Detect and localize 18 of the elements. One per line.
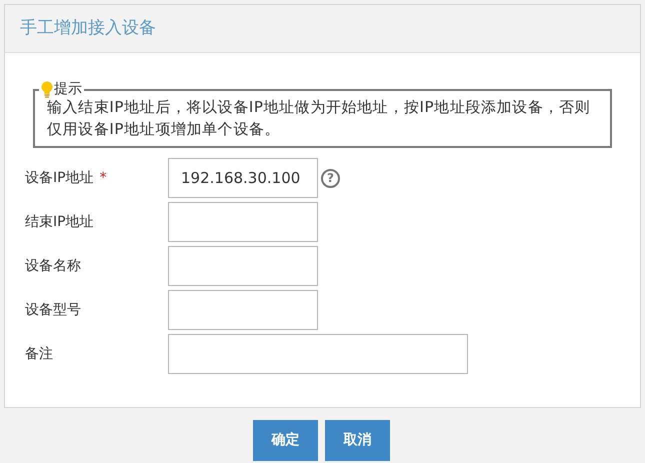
field-label: 结束IP地址 <box>25 212 94 232</box>
lightbulb-icon <box>41 80 53 98</box>
confirm-button[interactable]: 确定 <box>253 420 318 461</box>
input-field[interactable] <box>168 334 468 374</box>
field-label: 备注 <box>25 344 53 364</box>
field-label: 设备型号 <box>25 300 81 320</box>
field-label: 设备IP地址 <box>25 168 94 188</box>
required-mark: * <box>100 168 107 188</box>
help-icon[interactable]: ? <box>321 168 340 188</box>
input-field[interactable] <box>168 202 318 242</box>
cancel-button[interactable]: 取消 <box>325 420 390 461</box>
tip-text: 输入结束IP地址后，将以设备IP地址做为开始地址，按IP地址段添加设备，否则仅用设备IP地址项增加单个设备。 <box>47 97 592 140</box>
input-field[interactable]: 192.168.30.100 <box>168 158 318 198</box>
tip-legend: 提示 <box>54 79 82 100</box>
panel-title: 手工增加接入设备 <box>20 16 156 40</box>
input-field[interactable] <box>168 246 318 286</box>
field-label: 设备名称 <box>25 256 81 276</box>
input-field[interactable] <box>168 290 318 330</box>
